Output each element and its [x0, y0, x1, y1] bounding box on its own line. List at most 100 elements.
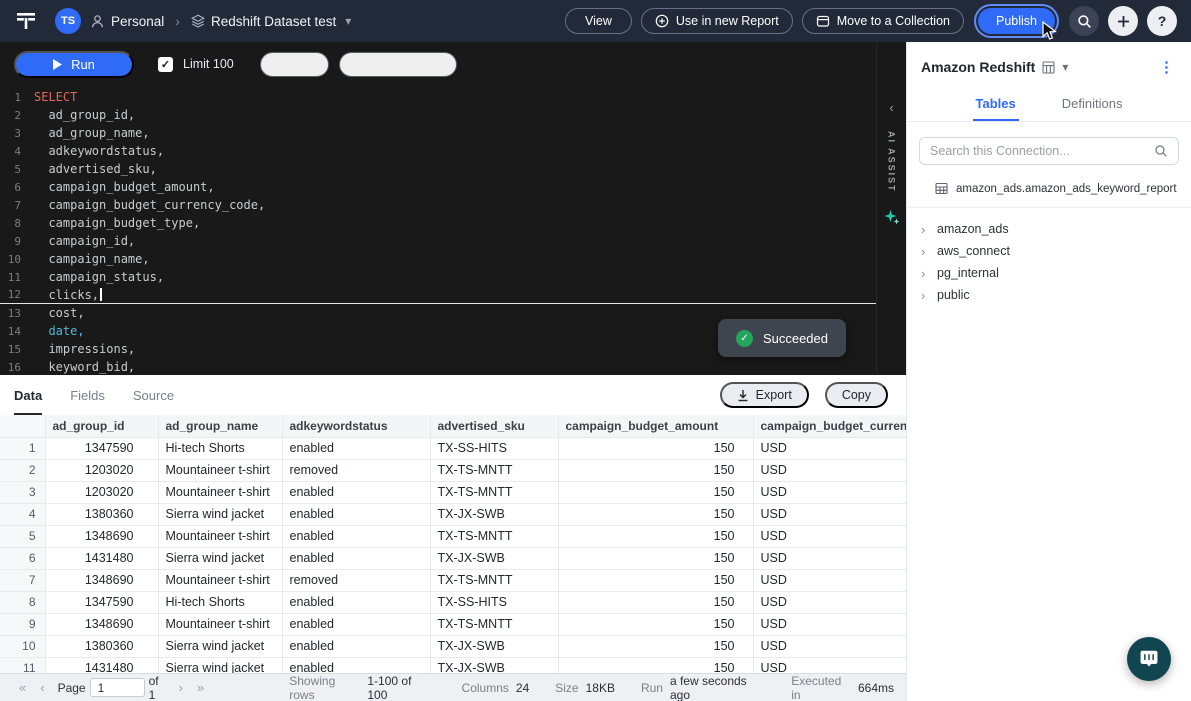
table-cell[interactable]: 1203020	[45, 481, 158, 503]
table-cell[interactable]: Mountaineer t-shirt	[158, 481, 282, 503]
table-cell[interactable]: USD	[753, 547, 906, 569]
table-cell[interactable]: USD	[753, 437, 906, 459]
tab-definitions[interactable]: Definitions	[1059, 86, 1126, 121]
connection-search-input[interactable]	[930, 144, 1146, 158]
table-cell[interactable]: enabled	[282, 657, 430, 673]
format-button[interactable]: Format	[260, 52, 330, 77]
table-cell[interactable]: TX-JX-SWB	[430, 635, 558, 657]
collapse-panel-icon[interactable]: ‹	[889, 100, 893, 115]
code-line-7[interactable]: 7 campaign_budget_currency_code,	[0, 196, 876, 214]
help-button[interactable]: ?	[1147, 6, 1177, 36]
table-cell[interactable]: 150	[558, 657, 753, 673]
export-button[interactable]: Export	[720, 382, 809, 408]
table-cell[interactable]: TX-TS-MNTT	[430, 613, 558, 635]
chevron-right-icon[interactable]: ›	[921, 222, 928, 237]
schema-item-public[interactable]: ›public	[907, 284, 1191, 306]
use-in-new-report-button[interactable]: Use in new Report	[641, 8, 793, 34]
table-cell[interactable]: enabled	[282, 547, 430, 569]
table-row[interactable]: 61431480Sierra wind jacketenabledTX-JX-S…	[0, 547, 906, 569]
tab-source[interactable]: Source	[133, 375, 174, 415]
table-row[interactable]: 71348690Mountaineer t-shirtremovedTX-TS-…	[0, 569, 906, 591]
table-cell[interactable]: TX-TS-MNTT	[430, 459, 558, 481]
ai-sparkle-icon[interactable]	[884, 209, 900, 225]
table-cell[interactable]: 150	[558, 613, 753, 635]
table-row[interactable]: 111431480Sierra wind jacketenabledTX-JX-…	[0, 657, 906, 673]
table-cell[interactable]: enabled	[282, 635, 430, 657]
move-to-collection-button[interactable]: Move to a Collection	[802, 8, 964, 34]
first-page-button[interactable]: «	[12, 680, 33, 695]
table-cell[interactable]: USD	[753, 613, 906, 635]
code-line-11[interactable]: 11 campaign_status,	[0, 268, 876, 286]
schema-item-amazon_ads[interactable]: ›amazon_ads	[907, 218, 1191, 240]
table-row[interactable]: 101380360Sierra wind jacketenabledTX-JX-…	[0, 635, 906, 657]
chevron-right-icon[interactable]: ›	[921, 244, 928, 259]
table-cell[interactable]: 150	[558, 569, 753, 591]
table-cell[interactable]: Mountaineer t-shirt	[158, 525, 282, 547]
column-header-advertised_sku[interactable]: advertised_sku	[430, 415, 558, 437]
table-cell[interactable]: Mountaineer t-shirt	[158, 613, 282, 635]
table-cell[interactable]: TX-TS-MNTT	[430, 481, 558, 503]
chevron-right-icon[interactable]: ›	[921, 288, 928, 303]
table-cell[interactable]: 150	[558, 481, 753, 503]
table-cell[interactable]: enabled	[282, 503, 430, 525]
table-cell[interactable]: TX-SS-HITS	[430, 437, 558, 459]
publish-button[interactable]: Publish	[978, 8, 1055, 34]
table-row[interactable]: 11347590Hi-tech ShortsenabledTX-SS-HITS1…	[0, 437, 906, 459]
table-cell[interactable]: 1348690	[45, 613, 158, 635]
code-line-9[interactable]: 9 campaign_id,	[0, 232, 876, 250]
table-cell[interactable]: 1431480	[45, 547, 158, 569]
table-cell[interactable]: removed	[282, 459, 430, 481]
table-cell[interactable]: 1347590	[45, 591, 158, 613]
table-cell[interactable]: 1348690	[45, 525, 158, 547]
table-cell[interactable]: TX-JX-SWB	[430, 547, 558, 569]
table-cell[interactable]: USD	[753, 569, 906, 591]
column-header-ad_group_name[interactable]: ad_group_name	[158, 415, 282, 437]
schema-item-pg_internal[interactable]: ›pg_internal	[907, 262, 1191, 284]
table-cell[interactable]: 150	[558, 547, 753, 569]
table-cell[interactable]: enabled	[282, 613, 430, 635]
table-cell[interactable]: Sierra wind jacket	[158, 503, 282, 525]
results-table-container[interactable]: ad_group_idad_group_nameadkeywordstatusa…	[0, 415, 906, 673]
code-line-10[interactable]: 10 campaign_name,	[0, 250, 876, 268]
table-cell[interactable]: Sierra wind jacket	[158, 547, 282, 569]
table-cell[interactable]: 150	[558, 525, 753, 547]
table-cell[interactable]: USD	[753, 525, 906, 547]
run-button[interactable]: Run	[14, 51, 134, 78]
copy-button[interactable]: Copy	[825, 382, 888, 408]
table-cell[interactable]: USD	[753, 459, 906, 481]
prev-page-button[interactable]: ‹	[33, 680, 51, 695]
table-cell[interactable]: Sierra wind jacket	[158, 657, 282, 673]
table-cell[interactable]: 150	[558, 459, 753, 481]
column-header-campaign_budget_amount[interactable]: campaign_budget_amount	[558, 415, 753, 437]
create-new-button[interactable]	[1108, 6, 1138, 36]
table-cell[interactable]: USD	[753, 591, 906, 613]
table-cell[interactable]: Mountaineer t-shirt	[158, 569, 282, 591]
tab-fields[interactable]: Fields	[70, 375, 105, 415]
table-cell[interactable]: Hi-tech Shorts	[158, 437, 282, 459]
page-number-input[interactable]	[90, 678, 145, 697]
table-cell[interactable]: TX-TS-MNTT	[430, 569, 558, 591]
connection-menu-icon[interactable]: ⋮	[1156, 58, 1177, 76]
code-line-1[interactable]: 1SELECT	[0, 88, 876, 106]
code-line-6[interactable]: 6 campaign_budget_amount,	[0, 178, 876, 196]
tab-tables[interactable]: Tables	[973, 86, 1019, 121]
table-cell[interactable]: USD	[753, 635, 906, 657]
table-cell[interactable]: TX-JX-SWB	[430, 657, 558, 673]
table-cell[interactable]: 150	[558, 635, 753, 657]
table-row[interactable]: 41380360Sierra wind jacketenabledTX-JX-S…	[0, 503, 906, 525]
breadcrumb-document[interactable]: Redshift Dataset test	[191, 14, 336, 29]
table-cell[interactable]: 1380360	[45, 503, 158, 525]
code-line-16[interactable]: 16 keyword_bid,	[0, 358, 876, 376]
chat-launcher-button[interactable]	[1127, 637, 1171, 681]
search-button[interactable]	[1069, 6, 1099, 36]
column-header-adkeywordstatus[interactable]: adkeywordstatus	[282, 415, 430, 437]
table-cell[interactable]: Sierra wind jacket	[158, 635, 282, 657]
table-cell[interactable]: enabled	[282, 525, 430, 547]
code-line-3[interactable]: 3 ad_group_name,	[0, 124, 876, 142]
table-cell[interactable]: 150	[558, 591, 753, 613]
limit-checkbox[interactable]: ✓	[158, 57, 173, 72]
table-cell[interactable]: enabled	[282, 437, 430, 459]
last-page-button[interactable]: »	[190, 680, 211, 695]
table-cell[interactable]: 1380360	[45, 635, 158, 657]
table-cell[interactable]: TX-SS-HITS	[430, 591, 558, 613]
